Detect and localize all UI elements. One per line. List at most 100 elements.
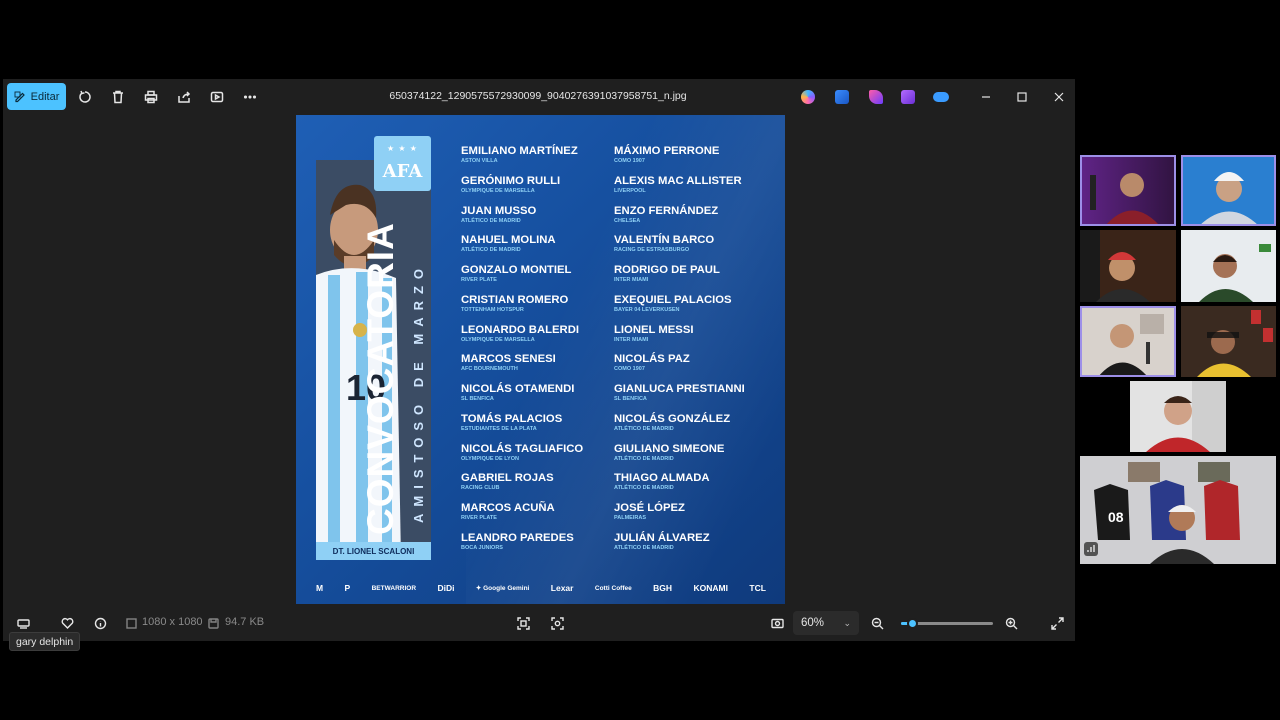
minimize-icon[interactable] bbox=[977, 88, 995, 106]
player-club: BAYER 04 LEVERKUSEN bbox=[614, 306, 680, 313]
tooltip-text: gary delphin bbox=[16, 635, 74, 648]
players-column-left: EMILIANO MARTÍNEZ ASTON VILLA GERÓNIMO RUL… bbox=[461, 145, 621, 562]
sponsors-row: M P BETWARRIOR DiDi ✦ Google Gemini Lexar Cott… bbox=[316, 581, 766, 595]
player-entry: THIAGO ALMADA ATLÉTICO DE MADRID bbox=[614, 472, 774, 502]
favorite-icon[interactable] bbox=[59, 615, 75, 631]
player-club: BOCA JUNIORS bbox=[461, 544, 503, 551]
designer-icon[interactable] bbox=[901, 90, 915, 104]
player-club: ATLÉTICO DE MADRID bbox=[614, 425, 674, 432]
participant-tile[interactable] bbox=[1181, 230, 1276, 302]
player-entry: GIULIANO SIMEONE ATLÉTICO DE MADRID bbox=[614, 443, 774, 473]
player-name: THIAGO ALMADA bbox=[614, 472, 710, 485]
participant-video: 08 bbox=[1080, 456, 1276, 564]
fullscreen-icon[interactable] bbox=[1049, 615, 1065, 631]
actual-size-icon[interactable] bbox=[769, 615, 785, 631]
player-name: ALEXIS MAC ALLISTER bbox=[614, 174, 742, 187]
paint-icon[interactable] bbox=[835, 90, 849, 104]
sponsor-logo: BGH bbox=[653, 583, 673, 593]
player-entry: NICOLÁS OTAMENDI SL BENFICA bbox=[461, 383, 621, 413]
player-name: NAHUEL MOLINA bbox=[461, 234, 556, 247]
more-icon[interactable] bbox=[241, 88, 259, 106]
participant-video bbox=[1080, 230, 1176, 302]
player-entry: NICOLÁS TAGLIAFICO OLYMPIQUE DE LYON bbox=[461, 443, 621, 473]
participant-video bbox=[1181, 230, 1276, 302]
image-dimensions: 1080 x 1080 bbox=[142, 616, 203, 628]
zoom-slider[interactable] bbox=[901, 618, 993, 629]
player-club: ASTON VILLA bbox=[461, 158, 498, 164]
afa-stars: ★ ★ ★ bbox=[387, 144, 418, 153]
tooltip: gary delphin bbox=[9, 632, 81, 651]
player-name: MARCOS SENESI bbox=[461, 353, 556, 366]
player-entry: GONZALO MONTIEL RIVER PLATE bbox=[461, 264, 621, 294]
close-icon[interactable] bbox=[1050, 88, 1068, 106]
player-name: EMILIANO MARTÍNEZ bbox=[461, 145, 578, 157]
player-name: NICOLÁS OTAMENDI bbox=[461, 383, 575, 395]
zoom-slider-thumb[interactable] bbox=[907, 618, 919, 629]
participant-tile[interactable] bbox=[1181, 155, 1276, 226]
player-entry: CRISTIAN ROMERO TOTTENHAM HOTSPUR bbox=[461, 294, 621, 324]
zoom-out-icon[interactable] bbox=[869, 615, 885, 631]
player-club: AFC BOURNEMOUTH bbox=[461, 366, 518, 373]
edit-button[interactable]: Editar bbox=[7, 83, 66, 110]
player-name: NICOLÁS GONZÁLEZ bbox=[614, 412, 731, 425]
file-name: 650374122_1290575572930099_9040276391037… bbox=[389, 90, 687, 102]
copilot-icon[interactable] bbox=[801, 90, 815, 104]
file-size: 94.7 KB bbox=[225, 616, 265, 628]
participant-tile[interactable] bbox=[1181, 306, 1276, 377]
participant-tile[interactable] bbox=[1080, 155, 1176, 226]
coach-label: DT. LIONEL SCALONI bbox=[316, 542, 431, 560]
photo-viewer-window: Editar 650374122_1290575572930099_904027… bbox=[3, 79, 1075, 641]
player-entry: NICOLÁS GONZÁLEZ ATLÉTICO DE MADRID bbox=[614, 413, 774, 443]
player-club: ATLÉTICO DE MADRID bbox=[614, 544, 674, 551]
player-club: COMO 1907 bbox=[614, 366, 645, 373]
share-icon[interactable] bbox=[175, 88, 193, 106]
bottom-toolbar: 1080 x 1080 94.7 KB 60% ⌄ bbox=[3, 606, 1075, 640]
player-entry: MÁXIMO PERRONE COMO 1907 bbox=[614, 145, 774, 175]
player-club: ESTUDIANTES DE LA PLATA bbox=[461, 425, 537, 432]
player-entry: JOSÉ LÓPEZ PALMEIRAS bbox=[614, 502, 774, 532]
player-entry: ENZO FERNÁNDEZ CHELSEA bbox=[614, 205, 774, 235]
players-column-right: MÁXIMO PERRONE COMO 1907 ALEXIS MAC ALLIST… bbox=[614, 145, 774, 562]
sponsor-logo: M bbox=[316, 583, 324, 593]
player-name: LEANDRO PAREDES bbox=[461, 531, 574, 544]
afa-badge: ★ ★ ★ AFA bbox=[374, 136, 431, 191]
player-entry: LIONEL MESSI INTER MIAMI bbox=[614, 324, 774, 354]
player-name: GIULIANO SIMEONE bbox=[614, 442, 725, 455]
participant-tile[interactable] bbox=[1080, 306, 1176, 377]
sponsor-logo: ✦ Google Gemini bbox=[475, 585, 530, 592]
zoom-dropdown[interactable]: 60% ⌄ bbox=[793, 611, 859, 635]
clipchamp-icon[interactable] bbox=[869, 90, 883, 104]
participant-tile[interactable] bbox=[1080, 230, 1176, 302]
player-name: GERÓNIMO RULLI bbox=[461, 174, 561, 187]
poster-title: CONVOCATORIA bbox=[360, 222, 401, 535]
participant-video bbox=[1181, 155, 1276, 226]
player-club: RIVER PLATE bbox=[461, 515, 497, 521]
fit-view-icon[interactable] bbox=[515, 615, 531, 631]
visual-search-icon[interactable] bbox=[549, 615, 565, 631]
sponsor-logo: Lexar bbox=[550, 583, 574, 593]
player-name: EXEQUIEL PALACIOS bbox=[614, 293, 732, 306]
player-name: JUAN MUSSO bbox=[461, 204, 537, 217]
print-icon[interactable] bbox=[142, 88, 160, 106]
player-club: RIVER PLATE bbox=[461, 277, 497, 283]
player-name: CRISTIAN ROMERO bbox=[461, 293, 569, 306]
participant-tile[interactable] bbox=[1130, 381, 1226, 452]
participant-tile[interactable]: 08 bbox=[1080, 456, 1276, 564]
maximize-icon[interactable] bbox=[1013, 88, 1031, 106]
player-entry: GIANLUCA PRESTIANNI SL BENFICA bbox=[614, 383, 774, 413]
player-name: JOSÉ LÓPEZ bbox=[614, 502, 685, 514]
svg-text:08: 08 bbox=[1108, 509, 1124, 525]
top-toolbar: Editar 650374122_1290575572930099_904027… bbox=[3, 79, 1075, 115]
player-entry: NAHUEL MOLINA ATLÉTICO DE MADRID bbox=[461, 234, 621, 264]
player-entry: ALEXIS MAC ALLISTER LIVERPOOL bbox=[614, 175, 774, 205]
zoom-in-icon[interactable] bbox=[1003, 615, 1019, 631]
player-name: NICOLÁS TAGLIAFICO bbox=[461, 442, 584, 455]
filmstrip-icon[interactable] bbox=[15, 615, 31, 631]
participant-video bbox=[1181, 306, 1276, 377]
slideshow-icon[interactable] bbox=[208, 88, 226, 106]
player-club: ATLÉTICO DE MADRID bbox=[614, 455, 674, 462]
onedrive-icon[interactable] bbox=[933, 92, 949, 102]
info-icon[interactable] bbox=[92, 615, 108, 631]
rotate-icon[interactable] bbox=[76, 88, 94, 106]
delete-icon[interactable] bbox=[109, 88, 127, 106]
